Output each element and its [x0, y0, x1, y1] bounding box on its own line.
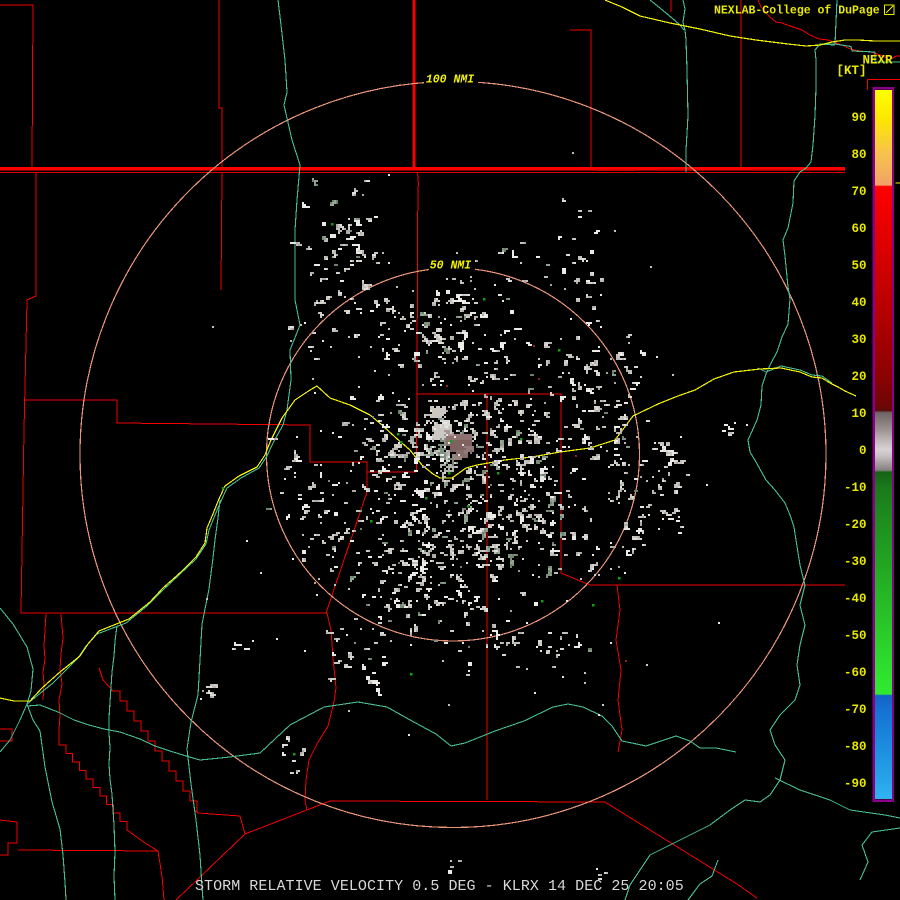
svg-text:-20: -20 — [844, 518, 867, 532]
svg-text:30: 30 — [851, 333, 866, 347]
svg-text:-70: -70 — [844, 703, 867, 717]
svg-text:100 NMI: 100 NMI — [426, 74, 474, 87]
svg-text:60: 60 — [851, 222, 866, 236]
svg-text:STORM RELATIVE VELOCITY 0.5 DE: STORM RELATIVE VELOCITY 0.5 DEG - KLRX 1… — [195, 878, 684, 895]
svg-text:-80: -80 — [844, 740, 867, 754]
svg-text:NEXR: NEXR — [863, 54, 894, 68]
svg-text:50: 50 — [851, 259, 866, 273]
svg-text:10: 10 — [851, 407, 866, 421]
svg-text:70: 70 — [851, 185, 866, 199]
svg-text:20: 20 — [851, 370, 866, 384]
svg-text:90: 90 — [851, 111, 866, 125]
svg-text:-60: -60 — [844, 666, 867, 680]
svg-text:80: 80 — [851, 148, 866, 162]
svg-text:0: 0 — [859, 444, 867, 458]
svg-text:50 NMI: 50 NMI — [430, 260, 472, 273]
svg-text:[KT]: [KT] — [836, 64, 866, 78]
svg-text:NEXLAB-College of DuPage: NEXLAB-College of DuPage — [714, 5, 880, 18]
svg-text:-50: -50 — [844, 629, 867, 643]
svg-text:40: 40 — [851, 296, 866, 310]
svg-text:-90: -90 — [844, 777, 867, 791]
svg-text:-30: -30 — [844, 555, 867, 569]
svg-text:-40: -40 — [844, 592, 867, 606]
svg-text:-10: -10 — [844, 481, 867, 495]
